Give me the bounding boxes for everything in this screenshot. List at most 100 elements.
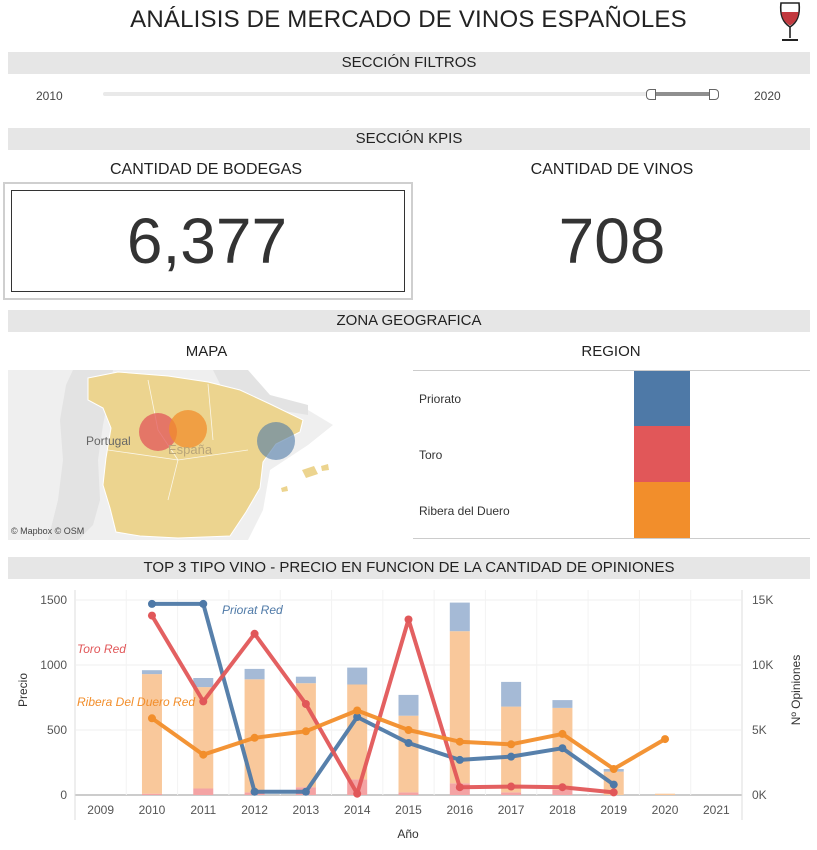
opinions-bar-toro[interactable] [398,792,419,795]
opinions-bar-priorat[interactable] [501,681,522,707]
map-attribution: © Mapbox © OSM [11,526,84,536]
x-tick-label: 2017 [498,803,525,817]
year-range-slider-track[interactable] [103,92,719,96]
price-point-priorat-red[interactable] [609,780,618,789]
price-point-toro-red[interactable] [199,697,208,706]
opinions-bar-priorat[interactable] [552,700,573,708]
opinions-bar-priorat[interactable] [347,667,368,685]
y2-tick-label: 0K [752,788,767,802]
y2-tick-label: 5K [752,723,767,737]
price-point-ribera-del-duero-red[interactable] [250,733,259,742]
x-tick-label: 2016 [446,803,473,817]
price-point-toro-red[interactable] [404,615,413,624]
opinions-bar-priorat[interactable] [398,694,419,716]
opinions-bar-ribera[interactable] [141,674,162,794]
opinions-bar-toro[interactable] [141,793,162,795]
price-point-priorat-red[interactable] [250,787,259,796]
price-point-priorat-red[interactable] [404,739,413,747]
spain-map[interactable]: Portugal España © Mapbox © OSM [8,370,405,540]
price-point-toro-red[interactable] [301,700,310,708]
x-tick-label: 2021 [703,803,730,817]
price-point-ribera-del-duero-red[interactable] [353,706,362,715]
price-point-priorat-red[interactable] [507,752,516,761]
region-bar-priorato[interactable] [634,371,690,426]
series-label-ribera: Ribera Del Duero Red [77,695,195,709]
opinions-bar-ribera[interactable] [501,706,522,793]
y2-axis-title: Nº Opiniones [789,655,803,725]
series-label-priorat: Priorat Red [222,603,283,617]
wineries-kpi-label: CANTIDAD DE BODEGAS [109,161,303,178]
geo-section-header: ZONA GEOGRAFICA [8,310,810,332]
price-point-ribera-del-duero-red[interactable] [661,735,670,744]
wines-kpi-label: CANTIDAD DE VINOS [530,161,694,178]
opinions-bar-toro[interactable] [193,788,214,796]
y-tick-label: 0 [60,788,67,802]
price-point-priorat-red[interactable] [147,599,156,608]
price-point-ribera-del-duero-red[interactable] [301,727,310,736]
espana-map-label: España [168,442,213,457]
dashboard-title: ANÁLISIS DE MERCADO DE VINOS ESPAÑOLES [130,6,687,33]
opinions-bar-priorat[interactable] [244,668,265,680]
x-tick-label: 2015 [395,803,422,817]
x-tick-label: 2009 [87,803,114,817]
price-point-toro-red[interactable] [353,789,362,798]
price-point-ribera-del-duero-red[interactable] [558,729,567,738]
x-axis-title: Año [397,827,419,841]
price-point-ribera-del-duero-red[interactable] [199,750,208,759]
price-point-ribera-del-duero-red[interactable] [455,737,464,746]
price-point-priorat-red[interactable] [558,744,567,753]
priorato-map-circle[interactable] [257,422,295,460]
price-point-ribera-del-duero-red[interactable] [609,765,618,773]
chart-section-header: TOP 3 TIPO VINO - PRECIO EN FUNCION DE L… [8,557,810,579]
price-point-ribera-del-duero-red[interactable] [404,726,413,734]
y-tick-label: 1000 [40,658,67,672]
x-tick-label: 2011 [190,803,216,817]
y-tick-label: 500 [47,723,67,737]
y2-tick-label: 10K [752,658,773,672]
wineries-kpi-value: 6,377 [126,205,288,277]
opinions-bar-priorat[interactable] [295,676,316,684]
region-label-priorato: Priorato [419,392,462,406]
region-title: REGION [581,343,641,360]
wines-kpi-value: 708 [558,205,666,277]
region-bar-toro[interactable] [634,426,690,482]
price-opinions-chart[interactable]: 1500 1000 500 0 15K 10K 5K 0K 2009 2010 2011 2012 20… [0,582,817,850]
y2-tick-label: 15K [752,593,773,607]
x-tick-label: 2012 [241,803,268,817]
price-point-toro-red[interactable] [558,783,567,792]
range-end-handle[interactable] [709,89,719,100]
opinions-bar-toro[interactable] [501,792,522,795]
x-tick-label: 2020 [652,803,679,817]
price-point-priorat-red[interactable] [199,599,208,608]
opinions-bar-priorat[interactable] [193,678,214,688]
price-point-toro-red[interactable] [147,611,156,620]
opinions-bar-ribera[interactable] [655,793,676,795]
price-point-priorat-red[interactable] [301,787,310,796]
x-tick-label: 2018 [549,803,576,817]
price-point-ribera-del-duero-red[interactable] [147,714,156,723]
range-max-label: 2020 [754,89,781,103]
portugal-map-label: Portugal [86,434,131,448]
y-axis-title: Precio [16,673,30,707]
wine-glass-icon [779,2,801,41]
price-point-ribera-del-duero-red[interactable] [507,740,516,749]
opinions-bar-priorat[interactable] [141,670,162,675]
filters-section-header: SECCIÓN FILTROS [8,52,810,74]
region-label-ribera: Ribera del Duero [419,504,510,518]
range-min-label: 2010 [36,89,63,103]
opinions-bar-priorat[interactable] [449,602,470,632]
map-title: MAPA [185,343,228,360]
price-point-toro-red[interactable] [507,782,516,791]
year-range-slider-selection [650,92,714,96]
x-tick-label: 2019 [600,803,627,817]
region-bottom-rule [413,538,810,539]
range-start-handle[interactable] [646,89,656,100]
x-tick-label: 2014 [344,803,371,817]
price-point-toro-red[interactable] [250,629,259,638]
price-point-priorat-red[interactable] [455,755,464,764]
region-top-rule [413,370,810,371]
region-bar-ribera[interactable] [634,482,690,538]
price-point-toro-red[interactable] [455,783,464,792]
kpis-section-header: SECCIÓN KPIS [8,128,810,150]
price-point-toro-red[interactable] [609,788,618,797]
